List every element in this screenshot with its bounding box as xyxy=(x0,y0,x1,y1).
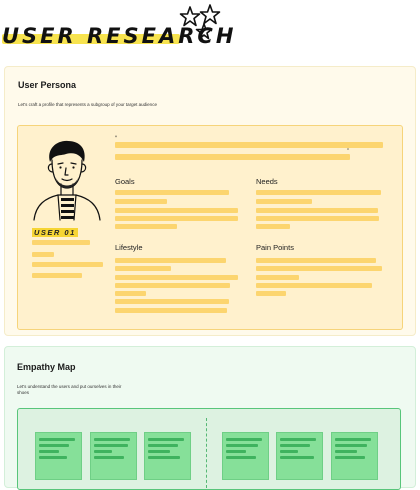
needs-line xyxy=(256,190,381,195)
pain-points-line xyxy=(256,266,382,271)
user-info-line xyxy=(32,262,103,267)
sticky-note[interactable] xyxy=(144,432,191,480)
empathy-subtitle: Let's understand the users and put ourse… xyxy=(17,384,122,395)
sticky-note[interactable] xyxy=(276,432,323,480)
needs-line xyxy=(256,208,378,213)
sticky-note[interactable] xyxy=(331,432,378,480)
lifestyle-line xyxy=(115,258,226,263)
quote-line xyxy=(115,154,350,160)
needs-line xyxy=(256,199,312,204)
user-info-line xyxy=(32,273,82,278)
pain-points-line xyxy=(256,291,286,296)
user-label: USER 01 xyxy=(32,228,78,237)
goals-heading: Goals xyxy=(115,177,135,186)
lifestyle-line xyxy=(115,308,227,313)
empathy-divider xyxy=(206,418,207,488)
quote-close-mark: ” xyxy=(347,149,349,155)
user-avatar-illustration xyxy=(33,140,101,221)
lifestyle-line xyxy=(115,299,229,304)
user-info-line xyxy=(32,252,54,257)
stars-doodle-icon xyxy=(179,4,221,40)
empathy-title: Empathy Map xyxy=(17,362,76,372)
sticky-note[interactable] xyxy=(35,432,82,480)
user-info-line xyxy=(32,240,90,245)
needs-line xyxy=(256,216,379,221)
lifestyle-heading: Lifestyle xyxy=(115,243,143,252)
pain-points-line xyxy=(256,258,376,263)
goals-line xyxy=(115,190,229,195)
lifestyle-line xyxy=(115,291,146,296)
persona-title: User Persona xyxy=(18,80,77,90)
sticky-note[interactable] xyxy=(222,432,269,480)
sticky-note[interactable] xyxy=(90,432,137,480)
persona-subtitle: Let's craft a profile that represents a … xyxy=(18,102,157,107)
quote-line xyxy=(115,142,383,148)
lifestyle-line xyxy=(115,283,230,288)
lifestyle-line xyxy=(115,266,171,271)
goals-line xyxy=(115,208,238,213)
goals-line xyxy=(115,199,167,204)
needs-heading: Needs xyxy=(256,177,278,186)
pain-points-heading: Pain Points xyxy=(256,243,294,252)
pain-points-line xyxy=(256,275,299,280)
needs-line xyxy=(256,224,290,229)
goals-line xyxy=(115,224,177,229)
lifestyle-line xyxy=(115,275,238,280)
pain-points-line xyxy=(256,283,372,288)
goals-line xyxy=(115,216,238,221)
